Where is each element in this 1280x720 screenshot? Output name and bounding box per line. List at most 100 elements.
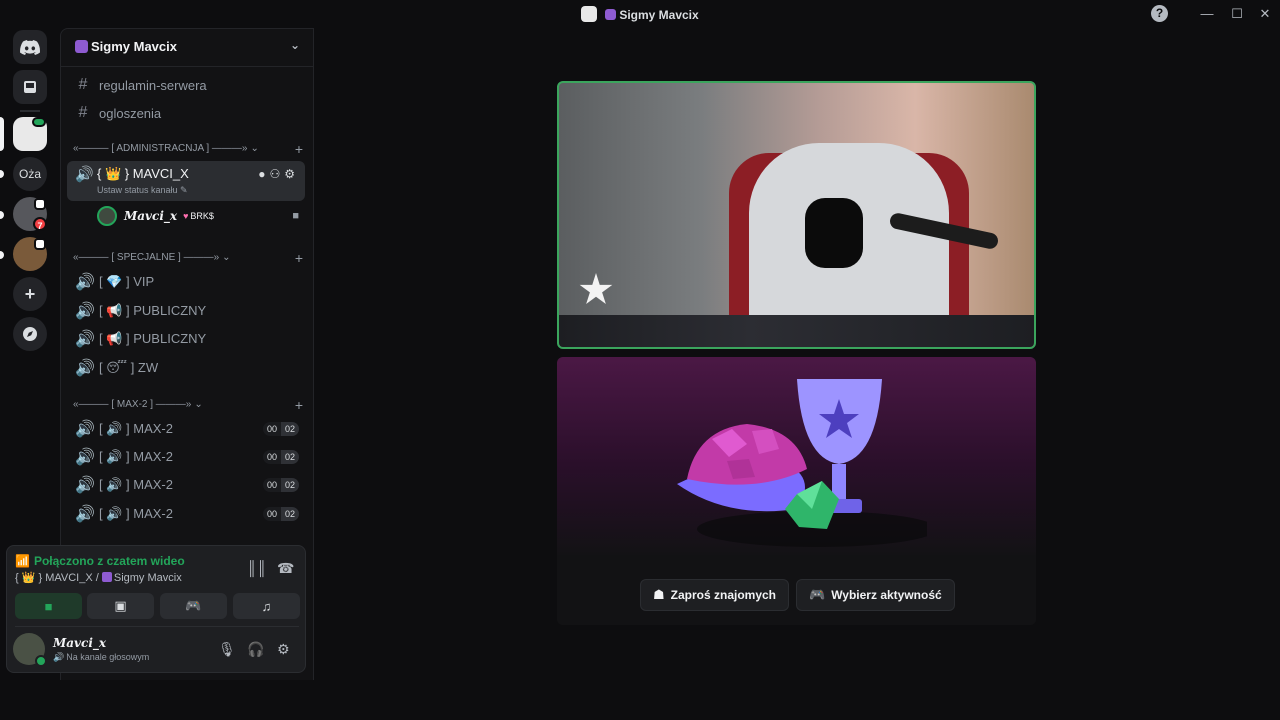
chevron-down-icon: ⌄ [289, 38, 300, 52]
server-oza-button[interactable]: Oża [13, 157, 47, 191]
inbox-icon [24, 81, 36, 93]
channel-ogloszenia[interactable]: # ogloszenia [69, 100, 305, 126]
unread-indicator-2 [0, 211, 4, 219]
voice-connection-panel: 📶 Połączono z czatem wideo { 👑 } MAVCI_X … [6, 545, 306, 673]
unread-indicator-3 [0, 251, 4, 259]
channel-max2-4[interactable]: 🔊[ 🔊 ] MAX-2 00 02 [69, 501, 305, 527]
speaker-lock-icon: 🔊 [75, 274, 95, 291]
channel-regulamin[interactable]: # regulamin-serwera [69, 72, 305, 98]
screen-share-icon: ▣ [114, 598, 127, 613]
category-admin[interactable]: «——— [ ADMINISTRACNJA ] ———» ⌄ + [73, 141, 303, 157]
screen-share-button[interactable]: ▣ [87, 593, 154, 619]
invite-icon[interactable]: ⚇ [269, 167, 284, 181]
video-desk [559, 315, 1034, 347]
speaker-icon: 🔊 [75, 506, 95, 523]
add-channel-icon[interactable]: + [295, 250, 303, 266]
inbox-button[interactable] [13, 70, 47, 104]
signal-icon: 📶 [15, 554, 30, 568]
add-channel-icon[interactable]: + [295, 397, 303, 413]
user-name[interactable]: Mavci_x [53, 636, 106, 650]
chevron-down-icon: ⌄ [222, 252, 231, 263]
channel-zw[interactable]: 🔊[ 😴 ] ZW [69, 355, 305, 381]
discord-logo-icon [20, 39, 40, 55]
hashtag-icon: # [78, 104, 88, 121]
gear-icon[interactable]: ⚙ [277, 641, 290, 658]
help-icon[interactable]: ? [1151, 5, 1168, 22]
camera-button[interactable]: ■ [15, 593, 82, 619]
speaker-icon: 🔊 [75, 477, 95, 494]
category-max2[interactable]: «——— [ MAX-2 ] ———» ⌄ + [73, 397, 303, 413]
server-emoji-icon [75, 40, 88, 53]
voice-user-mavci[interactable]: Mavci_x ♥ BRK$ ■ [97, 205, 305, 227]
invite-friends-button[interactable]: ☗ Zaproś znajomych [640, 579, 790, 611]
discord-home-button[interactable] [13, 30, 47, 64]
hashtag-icon: # [78, 76, 88, 93]
maximize-button[interactable]: ☐ [1222, 4, 1252, 24]
activity-tile: ☗ Zaproś znajomych 🎮 Wybierz aktywność [557, 357, 1036, 625]
video-star-lamp [579, 273, 613, 304]
speaker-icon: 🔊 [53, 652, 65, 662]
gamepad-icon: 🎮 [185, 598, 202, 613]
channel-max2-2[interactable]: 🔊[ 🔊 ] MAX-2 00 02 [69, 444, 305, 470]
gamepad-icon: 🎮 [809, 587, 826, 602]
gear-icon[interactable]: ⚙ [284, 167, 299, 181]
category-special[interactable]: «——— [ SPECJALNE ] ———» ⌄ + [73, 250, 303, 266]
noise-suppression-icon[interactable]: ║║ [247, 560, 267, 576]
server-header[interactable]: Sigmy Mavcix ⌄ [61, 29, 314, 67]
channel-publiczny-2[interactable]: 🔊[ 📢 ] PUBLICZNY [69, 326, 305, 352]
online-status-icon [35, 655, 47, 667]
choose-activity-button[interactable]: 🎮 Wybierz aktywność [796, 579, 955, 611]
disconnect-icon[interactable]: ☎ [277, 560, 294, 577]
camera-icon: ■ [292, 210, 299, 222]
user-limit-badge: 00 02 [262, 450, 299, 464]
speaker-icon: 🔊 [75, 166, 94, 183]
chevron-down-icon: ⌄ [250, 143, 259, 154]
emoji-icon [101, 572, 112, 582]
user-avatar[interactable] [13, 633, 47, 667]
discover-button[interactable] [13, 317, 47, 351]
channel-max2-3[interactable]: 🔊[ 🔊 ] MAX-2 00 02 [69, 472, 305, 498]
microphone-icon[interactable]: 🎙 [218, 641, 236, 658]
unread-indicator [0, 170, 4, 178]
video-tile-mavci[interactable] [557, 81, 1036, 349]
trophy-illustration [677, 379, 927, 547]
close-button[interactable]: ✕ [1250, 4, 1280, 24]
soundboard-icon: ♫ [261, 598, 272, 614]
soundboard-button[interactable]: ♫ [233, 593, 300, 619]
video-face [805, 198, 863, 268]
headphones-icon[interactable]: 🎧 [247, 641, 264, 658]
connection-location[interactable]: { 👑 } MAVCI_X / Sigmy Mavcix [15, 571, 182, 584]
avatar [97, 206, 117, 226]
guild-tag: ♥ BRK$ [183, 211, 214, 221]
connection-status[interactable]: 📶 Połączono z czatem wideo [15, 554, 185, 568]
user-limit-badge: 00 02 [262, 507, 299, 521]
server-icon [581, 6, 598, 22]
channel-publiczny-1[interactable]: 🔊[ 📢 ] PUBLICZNY [69, 298, 305, 324]
user-limit-badge: 00 02 [262, 422, 299, 436]
window-title: Sigmy Mavcix [0, 6, 1280, 22]
video-stage: ☗ Zaproś znajomych 🎮 Wybierz aktywność [314, 28, 1280, 720]
set-channel-status[interactable]: Ustaw status kanału ✎ [97, 185, 188, 196]
stream-badge [34, 198, 46, 210]
plus-icon: + [24, 283, 36, 304]
title-bar: Sigmy Mavcix ? — ☐ ✕ [0, 0, 1280, 28]
emoji-icon [605, 9, 617, 20]
user-status: 🔊 Na kanale głosowym [53, 652, 150, 662]
user-limit-badge: 00 02 [262, 478, 299, 492]
speaker-icon: 🔊 [75, 360, 95, 377]
add-channel-icon[interactable]: + [295, 141, 303, 157]
channel-max2-1[interactable]: 🔊[ 🔊 ] MAX-2 00 02 [69, 416, 305, 442]
selected-indicator [0, 117, 4, 151]
chat-icon[interactable]: ● [258, 167, 269, 181]
invite-icon: ☗ [653, 587, 665, 602]
speaker-icon: 🔊 [75, 421, 95, 438]
channel-vip[interactable]: 🔊[ 💎 ] VIP [69, 269, 305, 295]
channel-mavci-x[interactable]: 🔊 { 👑 } MAVCI_X Ustaw status kanału ✎ ●⚇… [67, 161, 305, 201]
camera-icon: ■ [44, 598, 53, 614]
panel-divider [15, 626, 299, 627]
voice-active-badge [32, 117, 46, 127]
minimize-button[interactable]: — [1192, 4, 1222, 24]
add-server-button[interactable]: + [13, 277, 47, 311]
speaker-icon: 🔊 [75, 303, 95, 320]
activities-button[interactable]: 🎮 [160, 593, 227, 619]
